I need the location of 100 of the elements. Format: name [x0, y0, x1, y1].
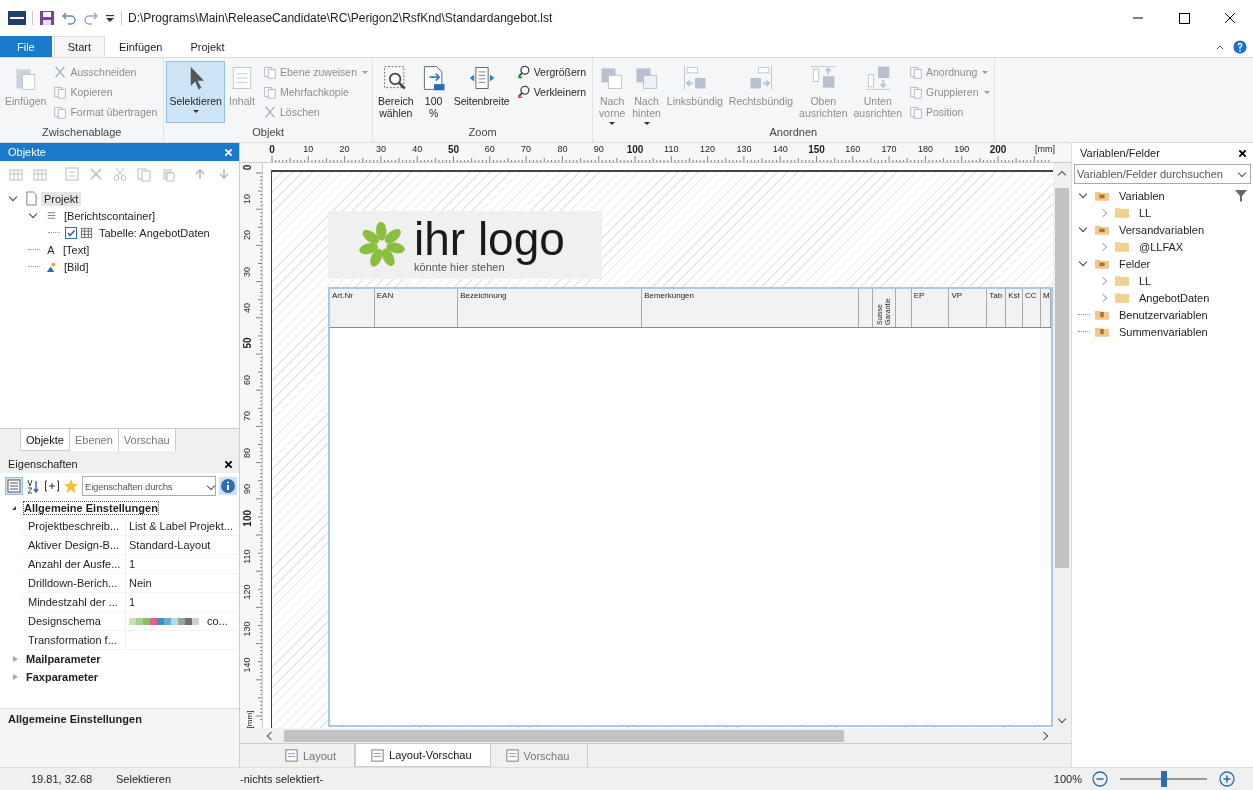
property-name: Designschema [22, 612, 126, 630]
category-label[interactable]: Faxparameter [26, 671, 99, 683]
ruler-unit: [mm] [1035, 144, 1055, 154]
panel-title: Variablen/Felder [1080, 147, 1160, 159]
tree-item[interactable]: Versandvariablen [1116, 222, 1207, 237]
status-selection: -nichts selektiert- [240, 773, 325, 785]
ribbon-tab[interactable]: Einfügen [104, 36, 177, 57]
ruler-label: 0 [269, 144, 275, 155]
tree-item[interactable]: Summenvariablen [1116, 324, 1211, 339]
zoom-out-icon[interactable] [1092, 771, 1108, 787]
align-bottom-icon [863, 64, 892, 92]
view-tab[interactable]: Layout-Vorschau [355, 744, 491, 767]
ruler-label: 10 [303, 144, 314, 154]
category-folder-icon [1095, 224, 1109, 235]
copy-icon [53, 85, 68, 99]
zoom-in-icon [516, 65, 531, 79]
ruler-label: 170 [881, 144, 897, 154]
property-name: Anzahl der Ausfe... [22, 555, 126, 573]
tree-item[interactable]: Benutzervariablen [1116, 307, 1211, 322]
property-value[interactable]: co... [207, 615, 228, 627]
search-field[interactable]: Variablen/Felder durchsuchen [1074, 164, 1251, 184]
undo-icon[interactable] [61, 10, 77, 26]
property-value[interactable]: 1 [129, 558, 136, 570]
category-label[interactable]: Mailparameter [26, 653, 101, 665]
page-icon [284, 748, 299, 763]
ruler-label: 110 [242, 549, 252, 564]
cut-icon [53, 65, 68, 79]
column-header: Tab [987, 289, 1007, 327]
customize-caret-icon[interactable] [105, 13, 115, 23]
ruler-label: 20 [339, 144, 350, 154]
page-icon [504, 748, 520, 763]
column-header: Bemerkungen [642, 289, 859, 327]
tree-item[interactable]: [Text] [60, 242, 93, 257]
filter-icon[interactable] [1235, 190, 1247, 202]
ruler-label: 30 [375, 144, 386, 154]
search-field[interactable]: Eigenschaften durchs [82, 476, 216, 496]
property-value[interactable]: Standard-Layout [129, 539, 211, 551]
sort-alphabetical-icon[interactable] [25, 478, 41, 494]
info-icon[interactable] [219, 477, 237, 495]
expand-triangle-icon[interactable] [12, 506, 16, 510]
expand-all-icon[interactable] [44, 478, 60, 494]
checkbox[interactable] [65, 226, 77, 239]
column-header: Kst [1006, 289, 1024, 327]
ribbon-tab[interactable]: File [0, 36, 52, 57]
ribbon-button[interactable]: Vergrößern [514, 62, 589, 82]
ruler-label: 190 [954, 144, 970, 154]
save-icon[interactable] [39, 10, 55, 26]
tree-item[interactable]: LL [1136, 273, 1155, 288]
tree-item[interactable]: AngebotDaten [1136, 290, 1213, 305]
ribbon-button[interactable]: 100 % [416, 61, 451, 123]
ruler-label: 50 [447, 144, 460, 155]
ruler-label: 50 [242, 337, 253, 349]
down-arrow-icon[interactable] [216, 166, 232, 182]
folder-icon [1115, 292, 1129, 303]
ruler-label: 140 [242, 657, 252, 673]
ribbon-button[interactable]: Bereich wählen [375, 61, 417, 123]
ruler-unit: [mm] [245, 710, 255, 729]
slider-thumb[interactable] [1160, 771, 1167, 787]
window-title: D:\Programs\Main\ReleaseCandidate\RC\Perigon2\RsfKnd\Standardangebot.lst [128, 11, 553, 25]
ruler-label: 30 [242, 266, 252, 277]
tree-item[interactable]: [Bild] [61, 259, 92, 274]
property-value[interactable]: List & Label Projekt... [129, 520, 233, 532]
category-label[interactable]: Allgemeine Einstellungen [24, 502, 158, 514]
zoom-in-icon[interactable] [1219, 771, 1235, 787]
ribbon-tab[interactable]: Projekt [176, 36, 239, 57]
ribbon-button[interactable]: Verkleinern [514, 82, 589, 102]
ruler-label: 180 [917, 144, 933, 154]
ruler-label: 110 [664, 144, 679, 154]
panel-tab[interactable]: Ebenen [69, 429, 119, 451]
tree-item[interactable]: Tabelle: AngebotDaten [96, 225, 213, 240]
redo-icon[interactable] [83, 10, 99, 26]
panel-tab[interactable]: Objekte [20, 429, 70, 451]
tree-item[interactable]: [Berichtscontainer] [61, 208, 159, 223]
status-mode: Selektieren [116, 773, 173, 785]
tree-item[interactable]: LL [1136, 205, 1155, 220]
ribbon-button[interactable]: Seitenbreite [450, 61, 513, 123]
column-header: VP [949, 289, 988, 327]
logo-tagline: könnte hier stehen [414, 261, 505, 273]
folder-icon [1115, 207, 1129, 218]
panel-tab[interactable]: Vorschau [118, 429, 176, 451]
tree-item[interactable]: Felder [1116, 256, 1154, 271]
property-value[interactable]: 1 [129, 596, 136, 608]
delete-icon[interactable] [88, 166, 104, 182]
star-icon[interactable] [63, 478, 79, 494]
ribbon-tab[interactable]: Start [53, 36, 105, 57]
column-header: EAN [374, 289, 459, 327]
close-icon[interactable] [224, 459, 233, 469]
close-icon[interactable] [1238, 148, 1247, 158]
ribbon-button[interactable]: Selektieren [166, 61, 225, 123]
tree-item[interactable]: Projekt [41, 191, 82, 206]
property-value[interactable]: Nein [129, 577, 152, 589]
variable-icon [1095, 326, 1109, 337]
delete-icon [262, 105, 277, 119]
tree-item[interactable]: Variablen [1116, 188, 1168, 203]
ruler-label: 130 [242, 621, 252, 637]
folder-icon [1115, 241, 1129, 252]
help-icon[interactable] [1233, 39, 1247, 54]
ruler-label: 10 [242, 194, 252, 205]
folder-icon [1115, 275, 1129, 286]
tree-item[interactable]: @LLFAX [1136, 239, 1187, 254]
